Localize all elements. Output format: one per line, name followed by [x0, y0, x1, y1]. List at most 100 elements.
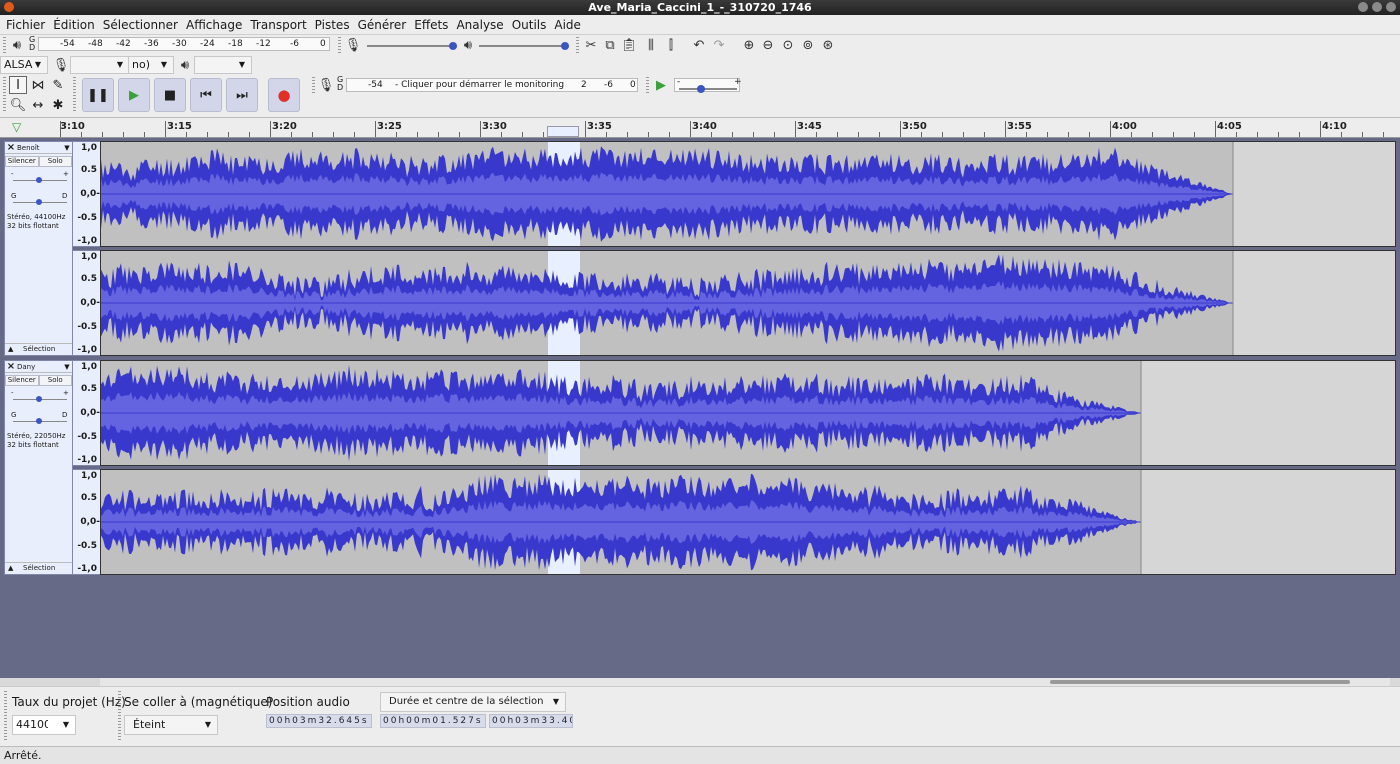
track-menu-icon[interactable]: ▼	[62, 363, 72, 371]
selection-mode-select[interactable]: Durée et centre de la sélection ▼	[380, 692, 566, 712]
mute-button[interactable]: Silencer	[5, 156, 39, 167]
collapse-icon[interactable]: ▲	[8, 563, 13, 574]
undo-icon[interactable]: ↶	[690, 36, 708, 54]
toolbar-grip[interactable]	[118, 691, 121, 741]
menu-aide[interactable]: Aide	[550, 18, 585, 32]
trim-icon[interactable]: ⫼	[642, 36, 660, 54]
selection-length-field[interactable]: 00h00m01.527s	[380, 714, 486, 728]
toolbar-grip[interactable]	[3, 37, 6, 53]
toolbar-grip[interactable]	[4, 691, 7, 741]
waveform-channel[interactable]	[100, 360, 1396, 466]
menu-transport[interactable]: Transport	[246, 18, 310, 32]
microphone-icon[interactable]: 🎙︎	[318, 76, 335, 94]
slider-knob[interactable]	[36, 396, 42, 402]
fit-selection-icon[interactable]: ⊙	[779, 36, 797, 54]
track-name[interactable]: Dany	[17, 363, 62, 371]
menu-outils[interactable]: Outils	[508, 18, 551, 32]
slider-knob[interactable]	[697, 85, 705, 93]
pause-button[interactable]: ❚❚	[82, 78, 114, 112]
recording-meter[interactable]: -54 - Cliquer pour démarrer le monitorin…	[346, 78, 638, 92]
track-menu-icon[interactable]: ▼	[62, 144, 72, 152]
stop-button[interactable]: ■	[154, 78, 186, 112]
horizontal-scrollbar[interactable]	[100, 678, 1390, 686]
cut-icon[interactable]: ✂	[582, 36, 600, 54]
track-control-panel[interactable]: × Dany ▼ Silencer Solo - + GD Stéréo, 22050H…	[4, 360, 73, 575]
playback-device-select[interactable]: ▼	[194, 56, 252, 74]
menu-fichier[interactable]: Fichier	[2, 18, 49, 32]
toolbar-grip[interactable]	[576, 37, 579, 53]
gain-slider[interactable]	[13, 177, 67, 183]
play-speed-slider[interactable]	[679, 85, 737, 93]
selection-center-field[interactable]: 00h03m33.40	[489, 714, 573, 728]
envelope-tool-icon[interactable]: ⋈	[29, 76, 47, 94]
minimize-button[interactable]	[1358, 2, 1368, 12]
close-window-button[interactable]	[1386, 2, 1396, 12]
playback-volume-slider[interactable]	[479, 42, 569, 50]
menu-pistes[interactable]: Pistes	[311, 18, 354, 32]
solo-button[interactable]: Solo	[38, 156, 72, 167]
menu-effets[interactable]: Effets	[410, 18, 452, 32]
playback-meter[interactable]: -54 -48 -42 -36 -30 -24 -18 -12 -6 0	[38, 37, 330, 51]
pan-slider[interactable]	[13, 418, 67, 424]
draw-tool-icon[interactable]: ✎	[49, 76, 67, 94]
paste-icon[interactable]: 📋︎	[620, 36, 638, 54]
menu-affichage[interactable]: Affichage	[182, 18, 246, 32]
gain-slider[interactable]	[13, 396, 67, 402]
multi-tool-icon[interactable]: ✱	[49, 96, 67, 114]
close-track-icon[interactable]: ×	[5, 361, 17, 372]
snap-to-select[interactable]: Éteint ▼	[124, 715, 218, 735]
toolbar-grip[interactable]	[338, 37, 341, 53]
maximize-button[interactable]	[1372, 2, 1382, 12]
host-select[interactable]: ALSA ▼	[0, 56, 48, 74]
skip-to-end-button[interactable]: ⏭︎	[226, 78, 258, 112]
playhead-triangle-icon[interactable]: ▽	[12, 120, 21, 134]
toolbar-grip[interactable]	[73, 77, 76, 113]
recording-device-select[interactable]: ▼	[70, 56, 130, 74]
fit-project-icon[interactable]: ⊚	[799, 36, 817, 54]
vertical-scale[interactable]: 1,0 0.5 0,0- -0.5 -1,0	[73, 360, 100, 466]
timeline-ruler[interactable]: ▽ 3:10 3:15 3:20 3:25 3:30 3:35 3:40 3:4…	[0, 118, 1400, 138]
mute-button[interactable]: Silencer	[5, 375, 39, 386]
zoom-in-icon[interactable]: ⊕	[740, 36, 758, 54]
audio-position-field[interactable]: 00h03m32.645s	[266, 714, 372, 728]
zoom-toggle-icon[interactable]: ⊛	[819, 36, 837, 54]
menu-analyse[interactable]: Analyse	[452, 18, 507, 32]
toolbar-grip[interactable]	[3, 77, 6, 113]
vertical-scale[interactable]: 1,0 0.5 0,0- -0.5 -1,0	[73, 469, 100, 575]
vertical-scale[interactable]: 1,0 0.5 0,0- -0.5 -1,0	[73, 250, 100, 356]
select-track-button[interactable]: ▲ Sélection	[5, 343, 72, 355]
tracks-area[interactable]: × Benoît ▼ Silencer Solo - + GD Stéréo, 4410…	[0, 138, 1400, 678]
scrollbar-thumb[interactable]	[1050, 680, 1350, 684]
menu-edition[interactable]: Édition	[49, 18, 99, 32]
close-track-icon[interactable]: ×	[5, 142, 17, 153]
skip-to-start-button[interactable]: ⏮︎	[190, 78, 222, 112]
play-at-speed-icon[interactable]: ▶	[652, 76, 670, 94]
menu-selectionner[interactable]: Sélectionner	[99, 18, 182, 32]
ruler-selection-marker[interactable]	[547, 126, 579, 137]
track-name[interactable]: Benoît	[17, 144, 62, 152]
toolbar-grip[interactable]	[312, 77, 315, 95]
timeshift-tool-icon[interactable]: ↔	[29, 96, 47, 114]
track-control-panel[interactable]: × Benoît ▼ Silencer Solo - + GD Stéréo, 4410…	[4, 141, 73, 356]
record-button[interactable]: ●	[268, 78, 300, 112]
recording-channels-select[interactable]: no) ▼	[128, 56, 174, 74]
monitoring-prompt[interactable]: - Cliquer pour démarrer le monitoring	[395, 80, 564, 90]
menu-generer[interactable]: Générer	[354, 18, 411, 32]
silence-icon[interactable]: ⫿	[662, 36, 680, 54]
waveform-channel[interactable]	[100, 469, 1396, 575]
toolbar-grip[interactable]	[646, 77, 649, 95]
waveform-channel[interactable]	[100, 141, 1396, 247]
collapse-icon[interactable]: ▲	[8, 344, 13, 355]
slider-knob[interactable]	[36, 199, 42, 205]
vertical-scale[interactable]: 1,0 0.5 0,0- -0.5 -1,0	[73, 141, 100, 247]
slider-knob[interactable]	[36, 177, 42, 183]
slider-knob[interactable]	[449, 42, 457, 50]
slider-knob[interactable]	[561, 42, 569, 50]
play-button[interactable]: ▶	[118, 78, 150, 112]
pan-slider[interactable]	[13, 199, 67, 205]
project-rate-select[interactable]: 44100 ▼	[12, 715, 76, 735]
solo-button[interactable]: Solo	[38, 375, 72, 386]
zoom-out-icon[interactable]: ⊖	[759, 36, 777, 54]
selection-tool-icon[interactable]: I	[9, 76, 27, 94]
record-volume-slider[interactable]	[367, 42, 457, 50]
